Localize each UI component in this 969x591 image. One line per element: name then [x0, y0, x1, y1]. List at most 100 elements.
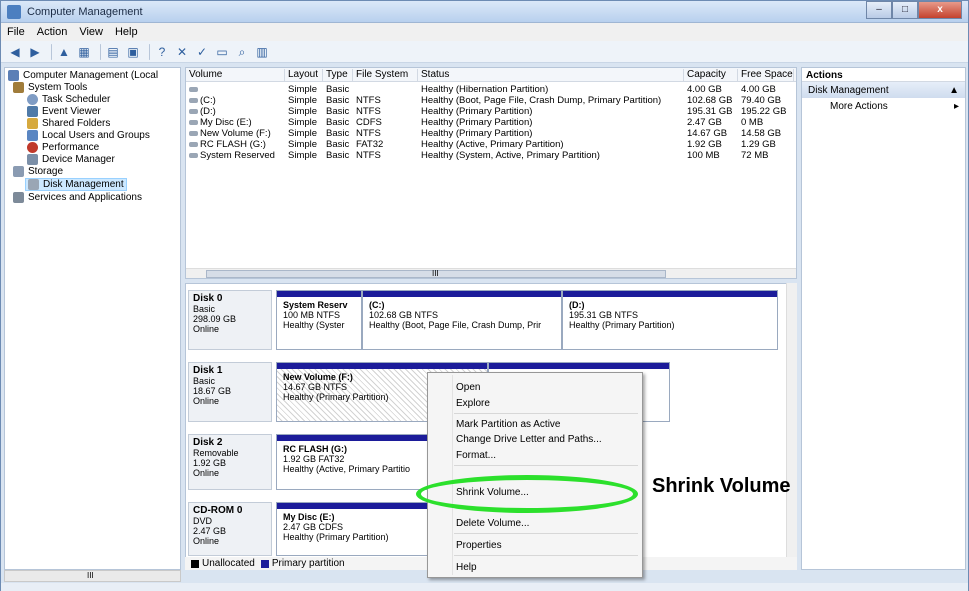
- properties-icon[interactable]: ▤: [105, 44, 121, 60]
- tree-services[interactable]: Services and Applications: [13, 192, 142, 203]
- volume-cell: 79.40 GB: [741, 95, 782, 106]
- volume-row[interactable]: Simple Basic Healthy (Hibernation Partitio…: [186, 84, 796, 95]
- more-actions[interactable]: More Actions ▸: [802, 98, 965, 112]
- volume-cell: 72 MB: [741, 150, 769, 161]
- search-icon[interactable]: ⌕: [234, 44, 250, 60]
- shrink-volume-callout: Shrink Volume: [652, 475, 791, 497]
- partition-d[interactable]: (D:) 195.31 GB NTFS Healthy (Primary Parti…: [562, 290, 778, 350]
- tree-event-viewer[interactable]: Event Viewer: [27, 106, 101, 117]
- tree-root[interactable]: Computer Management (Local: [8, 70, 158, 81]
- col-free-space[interactable]: Free Space: [738, 69, 794, 82]
- menu-action[interactable]: Action: [37, 26, 68, 38]
- disk-1-info[interactable]: Disk 1 Basic 18.67 GB Online: [188, 362, 272, 422]
- scroll-thumb[interactable]: III: [206, 269, 666, 278]
- up-folder-icon[interactable]: ▲: [56, 44, 72, 60]
- tree-local-users[interactable]: Local Users and Groups: [27, 130, 150, 141]
- tree-storage[interactable]: Storage: [13, 166, 63, 177]
- volume-list-scrollbar[interactable]: III: [186, 268, 796, 278]
- menu-open[interactable]: Open: [456, 382, 480, 393]
- partition-c[interactable]: (C:) 102.68 GB NTFS Healthy (Boot, Page Fi…: [362, 290, 562, 350]
- col-volume[interactable]: Volume: [186, 69, 285, 82]
- title-bar[interactable]: Computer Management – □ x: [1, 1, 968, 23]
- tree-system-tools[interactable]: System Tools: [13, 82, 87, 93]
- open-folder-icon[interactable]: ▭: [214, 44, 230, 60]
- volume-cell: NTFS: [356, 150, 381, 161]
- menu-properties[interactable]: Properties: [456, 540, 502, 551]
- actions-header: Actions: [802, 68, 965, 82]
- check-icon[interactable]: ✓: [194, 44, 210, 60]
- cdrom-0-info[interactable]: CD-ROM 0 DVD 2.47 GB Online: [188, 502, 272, 556]
- collapse-icon[interactable]: ▲: [949, 85, 959, 96]
- toolbar-separator: [149, 43, 150, 60]
- volume-cell: CDFS: [356, 117, 382, 128]
- volume-cell: Basic: [326, 95, 350, 106]
- volume-row[interactable]: RC FLASH (G:) Simple Basic FAT32 Healthy (Ac…: [186, 139, 796, 150]
- tree-performance[interactable]: Performance: [27, 142, 99, 153]
- col-type[interactable]: Type: [323, 69, 353, 82]
- partition-my-disc-e[interactable]: My Disc (E:) 2.47 GB CDFS Healthy (Primary…: [276, 502, 436, 556]
- volume-row[interactable]: New Volume (F:) Simple Basic NTFS Healthy (P…: [186, 128, 796, 139]
- tree-shared-folders[interactable]: Shared Folders: [27, 118, 110, 129]
- menu-help[interactable]: Help: [456, 562, 477, 573]
- disk-map-scrollbar[interactable]: [786, 283, 797, 557]
- volume-row[interactable]: (C:) Simple Basic NTFS Healthy (Boot, Page F…: [186, 95, 796, 106]
- disk-0-info[interactable]: Disk 0 Basic 298.09 GB Online: [188, 290, 272, 350]
- computer-management-window: Computer Management – □ x File Action Vi…: [0, 0, 969, 591]
- volume-cell: Simple: [288, 128, 318, 139]
- back-icon[interactable]: ◀: [7, 44, 23, 60]
- drive-icon: [189, 120, 198, 125]
- toolbar-separator: [51, 43, 52, 60]
- col-file-system[interactable]: File System: [353, 69, 418, 82]
- col-capacity[interactable]: Capacity: [684, 69, 738, 82]
- minimize-button[interactable]: –: [866, 1, 892, 19]
- navigation-tree: Computer Management (Local System Tools …: [4, 67, 181, 570]
- performance-icon: [27, 142, 38, 153]
- drive-icon: [189, 153, 198, 158]
- volume-cell: Basic: [326, 84, 350, 95]
- volume-cell: NTFS: [356, 128, 381, 139]
- forward-icon[interactable]: ▶: [27, 44, 43, 60]
- highlight-oval: [416, 475, 638, 513]
- tree-disk-management[interactable]: Disk Management: [25, 178, 127, 191]
- volume-row[interactable]: System Reserved Simple Basic NTFS Healthy (S…: [186, 150, 796, 161]
- disk-2-info[interactable]: Disk 2 Removable 1.92 GB Online: [188, 434, 272, 490]
- computer-management-icon: [7, 5, 21, 19]
- menu-delete-volume[interactable]: Delete Volume...: [456, 518, 529, 529]
- tree-task-scheduler[interactable]: Task Scheduler: [27, 94, 110, 105]
- col-status[interactable]: Status: [418, 69, 684, 82]
- partition-system-reserved[interactable]: System Reserv 100 MB NTFS Healthy (Syster: [276, 290, 362, 350]
- menu-mark-active[interactable]: Mark Partition as Active: [456, 419, 560, 430]
- menu-help[interactable]: Help: [115, 26, 138, 38]
- volume-cell: 0 MB: [741, 117, 764, 128]
- drive-icon: [189, 142, 198, 147]
- menu-file[interactable]: File: [7, 26, 25, 38]
- menu-explore[interactable]: Explore: [456, 398, 490, 409]
- volume-cell: Healthy (Hibernation Partition): [421, 84, 549, 95]
- volume-cell: 195.31 GB: [687, 106, 733, 117]
- volume-row[interactable]: My Disc (E:) Simple Basic CDFS Healthy (Prim…: [186, 117, 796, 128]
- close-button[interactable]: x: [918, 1, 962, 19]
- menu-format[interactable]: Format...: [456, 450, 496, 461]
- col-layout[interactable]: Layout: [285, 69, 323, 82]
- volume-cell: Simple: [288, 139, 318, 150]
- tree-device-manager[interactable]: Device Manager: [27, 154, 115, 165]
- volume-cell: FAT32: [356, 139, 384, 150]
- actions-section-disk-management[interactable]: Disk Management ▲: [802, 82, 965, 98]
- shared-folder-icon: [27, 118, 38, 129]
- volume-row[interactable]: (D:) Simple Basic NTFS Healthy (Primary Part…: [186, 106, 796, 117]
- tree-scrollbar[interactable]: III: [4, 570, 181, 582]
- computer-icon: [8, 70, 19, 81]
- unallocated-swatch: [191, 559, 199, 568]
- maximize-button[interactable]: □: [892, 1, 918, 19]
- delete-icon[interactable]: ✕: [174, 44, 190, 60]
- menu-view[interactable]: View: [79, 26, 103, 38]
- view-icon[interactable]: ▣: [125, 44, 141, 60]
- help-icon[interactable]: ?: [154, 44, 170, 60]
- primary-swatch: [260, 559, 269, 568]
- console-tree-icon[interactable]: ▦: [76, 44, 92, 60]
- menu-change-drive-letter[interactable]: Change Drive Letter and Paths...: [456, 434, 602, 445]
- submenu-arrow-icon: ▸: [953, 101, 959, 112]
- disk-icon[interactable]: ▥: [254, 44, 270, 60]
- partition-rc-flash-g[interactable]: RC FLASH (G:) 1.92 GB FAT32 Healthy (Activ…: [276, 434, 436, 490]
- volume-cell: 14.67 GB: [687, 128, 728, 139]
